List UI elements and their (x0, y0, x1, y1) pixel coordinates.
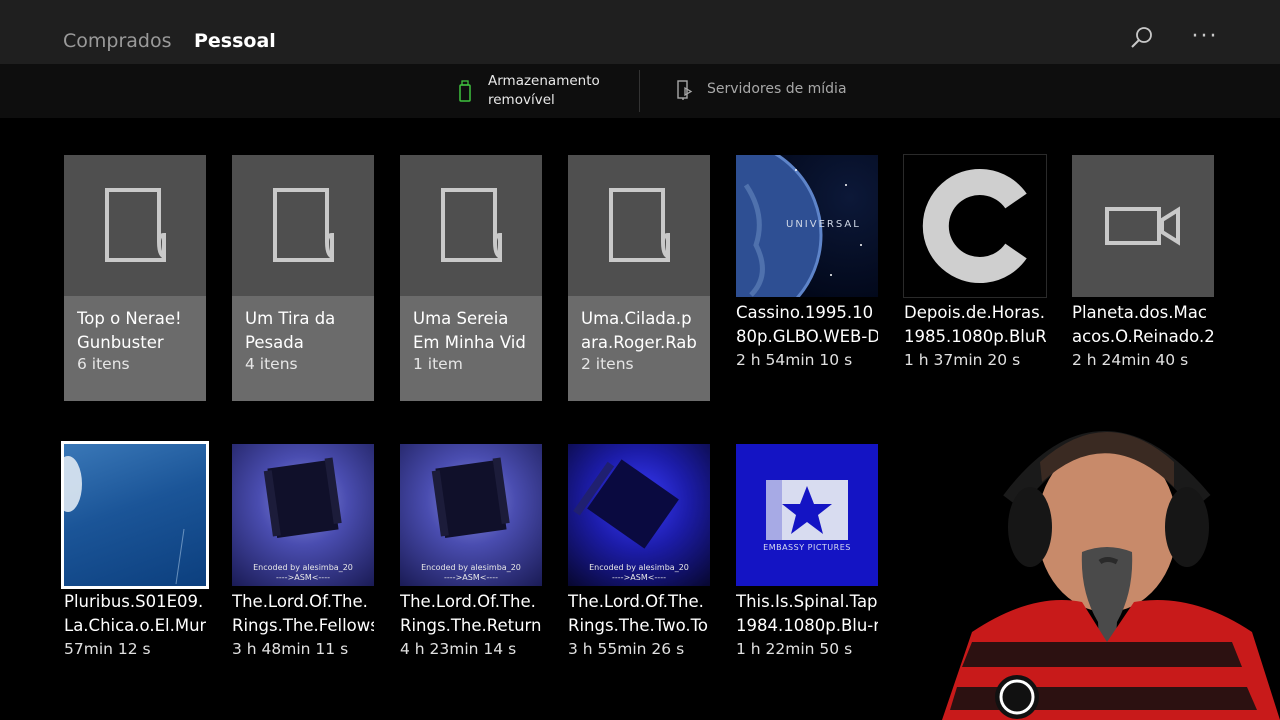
folder-name: Uma Sereia Em Minha Vid (413, 309, 526, 352)
folder-tile[interactable]: Uma Sereia Em Minha Vid 1 item (400, 155, 542, 401)
folder-item-count: 1 item (413, 355, 463, 373)
folder-name: Um Tira da Pesada (245, 309, 336, 352)
video-tile[interactable]: Encoded by alesimba_20 ---->ASM<---- The… (232, 444, 374, 690)
folder-icon (273, 188, 335, 262)
video-thumbnail (61, 441, 209, 589)
folder-name: Top o Nerae! Gunbuster (77, 309, 182, 352)
video-name: Planeta.dos.Mac acos.O.Reinado.2 (1072, 303, 1214, 346)
video-tile[interactable]: Planeta.dos.Mac acos.O.Reinado.2 2 h 24m… (1072, 155, 1214, 401)
video-camera-icon (1105, 206, 1180, 246)
encoded-text-1: Encoded by alesimba_20 (421, 563, 521, 572)
media-servers-button[interactable]: Servidores de mídia (672, 78, 872, 102)
universal-logo-text: UNIVERSAL (786, 219, 861, 230)
search-icon[interactable] (1128, 24, 1156, 52)
video-duration: 3 h 48min 11 s (232, 640, 349, 658)
video-tile[interactable]: Encoded by alesimba_20 ---->ASM<---- The… (568, 444, 710, 690)
video-tile-selected[interactable]: Pluribus.S01E09. La.Chica.o.El.Mun 57min… (61, 441, 209, 690)
removable-storage-button[interactable]: Armazenamento removível (455, 72, 635, 112)
video-duration: 2 h 54min 10 s (736, 351, 853, 369)
video-thumbnail: EMBASSY PICTURES (736, 444, 878, 586)
video-duration: 3 h 55min 26 s (568, 640, 685, 658)
folder-item-count: 2 itens (581, 355, 634, 373)
video-thumbnail: Encoded by alesimba_20 ---->ASM<---- (568, 444, 710, 586)
video-tile[interactable]: UNIVERSAL Cassino.1995.10 80p.GLBO.WEB-D… (736, 155, 878, 401)
video-name: The.Lord.Of.The. Rings.The.Return. (400, 592, 542, 635)
tab-pessoal[interactable]: Pessoal (194, 30, 276, 52)
video-name: Pluribus.S01E09. La.Chica.o.El.Mun (64, 592, 206, 635)
folder-icon (441, 188, 503, 262)
encoded-text-1: Encoded by alesimba_20 (253, 563, 353, 572)
removable-label-line1: Armazenamento (488, 73, 600, 89)
video-name: The.Lord.Of.The. Rings.The.Two.To (568, 592, 709, 635)
video-thumbnail: Encoded by alesimba_20 ---->ASM<---- (400, 444, 542, 586)
video-tile[interactable]: Encoded by alesimba_20 ---->ASM<---- The… (400, 444, 542, 690)
divider (639, 70, 640, 112)
video-thumbnail (1072, 155, 1214, 297)
folder-tile[interactable]: Um Tira da Pesada 4 itens (232, 155, 374, 401)
embassy-logo-text: EMBASSY PICTURES (763, 543, 851, 552)
folder-tile[interactable]: Uma.Cilada.p ara.Roger.Rab 2 itens (568, 155, 710, 401)
embassy-logo (766, 480, 848, 540)
video-name: Cassino.1995.10 80p.GLBO.WEB-D (736, 303, 878, 346)
sources-bar (0, 64, 1280, 118)
video-name: Depois.de.Horas. 1985.1080p.BluRa (904, 303, 1046, 346)
video-duration: 1 h 37min 20 s (904, 351, 1021, 369)
video-thumbnail: Encoded by alesimba_20 ---->ASM<---- (232, 444, 374, 586)
video-thumbnail: UNIVERSAL (736, 155, 878, 297)
top-bar (0, 0, 1280, 64)
folder-tile[interactable]: Top o Nerae! Gunbuster 6 itens (64, 155, 206, 401)
encoded-text-2: ---->ASM<---- (444, 573, 498, 582)
folder-item-count: 6 itens (77, 355, 130, 373)
video-duration: 4 h 23min 14 s (400, 640, 517, 658)
folder-icon (609, 188, 671, 262)
criterion-logo (922, 169, 1027, 283)
video-thumbnail (903, 154, 1047, 298)
media-server-icon (677, 80, 693, 100)
video-duration: 1 h 22min 50 s (736, 640, 853, 658)
video-tile[interactable]: EMBASSY PICTURES This.Is.Spinal.Tap. 198… (736, 444, 878, 690)
more-options-icon[interactable]: ··· (1190, 22, 1220, 52)
folder-name: Uma.Cilada.p ara.Roger.Rab (581, 309, 697, 352)
sky-image (64, 456, 185, 585)
folder-icon (105, 188, 167, 262)
usb-drive-icon (459, 80, 471, 102)
encoded-text-2: ---->ASM<---- (612, 573, 666, 582)
encoded-text-2: ---->ASM<---- (276, 573, 330, 582)
tab-comprados[interactable]: Comprados (63, 30, 172, 52)
video-name: The.Lord.Of.The. Rings.The.Fellows (232, 592, 374, 635)
folder-item-count: 4 itens (245, 355, 298, 373)
video-duration: 2 h 24min 40 s (1072, 351, 1189, 369)
streamer-image (942, 431, 1280, 720)
removable-storage-label: Armazenamento removível (488, 72, 628, 110)
video-tile[interactable]: Depois.de.Horas. 1985.1080p.BluRa 1 h 37… (903, 154, 1047, 401)
video-duration: 57min 12 s (64, 640, 151, 658)
video-name: This.Is.Spinal.Tap. 1984.1080p.Blu-ra (736, 592, 878, 635)
encoded-text-1: Encoded by alesimba_20 (589, 563, 689, 572)
webcam-overlay (912, 392, 1280, 720)
removable-label-line2: removível (488, 92, 555, 108)
media-servers-label: Servidores de mídia (707, 81, 847, 97)
